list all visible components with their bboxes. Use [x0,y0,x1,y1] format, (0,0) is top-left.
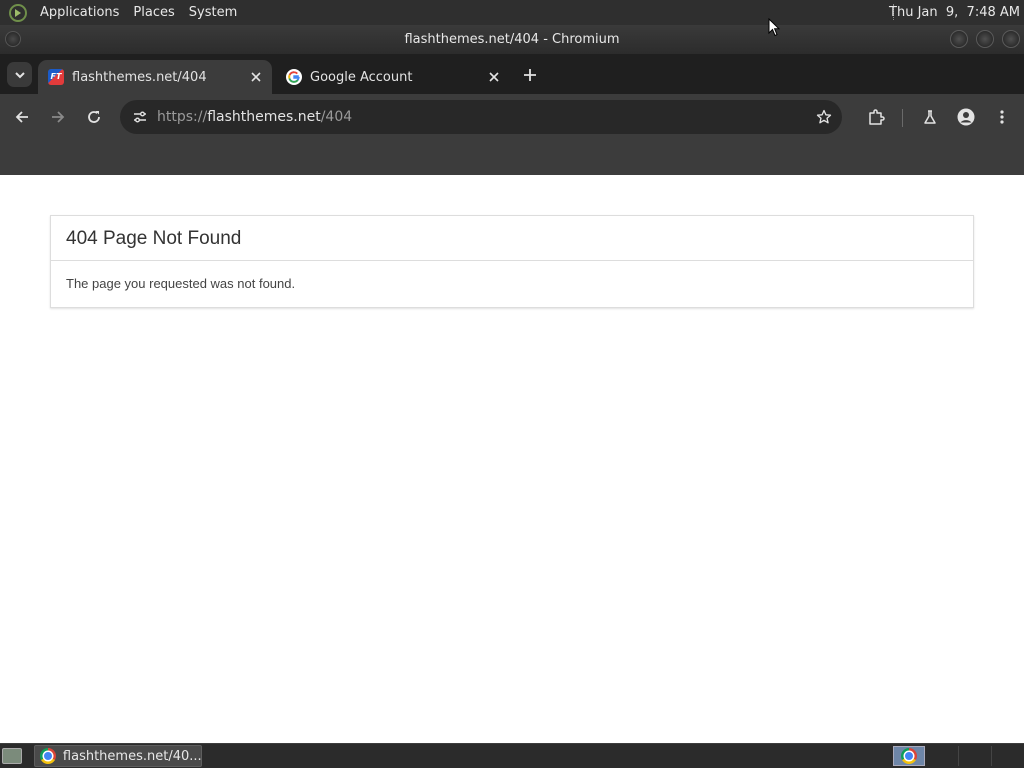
maximize-button[interactable] [976,30,994,48]
minimize-button[interactable] [950,30,968,48]
menu-system[interactable]: System [182,5,244,20]
toolbar-divider [902,109,903,127]
tab-google-account[interactable]: Google Account [276,60,510,94]
reload-icon [88,111,100,123]
tab-title: flashthemes.net/404 [72,69,207,85]
tab-flashthemes[interactable]: FT flashthemes.net/404 [38,60,272,94]
bookmark-star-button[interactable] [812,105,836,129]
address-bar[interactable]: https://flashthemes.net/404 [120,100,842,134]
menu-button[interactable] [990,105,1014,129]
flashthemes-favicon-icon: FT [48,69,64,85]
chromium-icon [40,748,56,764]
close-tab-button[interactable] [484,67,504,87]
google-g-icon [286,69,302,85]
flask-icon [924,110,936,124]
close-tab-button[interactable] [246,67,266,87]
clock[interactable]: Thu Jan 9, 7:48 AM [889,0,1020,25]
star-icon [816,109,832,124]
plus-icon [524,69,536,81]
show-desktop-icon[interactable] [2,748,22,764]
workspace-switcher[interactable] [893,746,925,766]
bookmarks-bar [0,140,1024,175]
url-path: /404 [320,109,353,125]
close-icon [251,72,261,82]
site-info-button[interactable] [128,105,152,129]
reload-button[interactable] [82,105,106,129]
labs-button[interactable] [918,105,942,129]
mouse-cursor-icon [768,18,780,37]
menu-applications[interactable]: Applications [33,5,126,20]
error-panel: 404 Page Not Found The page you requeste… [50,215,974,308]
url-scheme: https:// [157,109,208,125]
distro-logo-icon[interactable] [9,3,27,22]
chevron-down-icon [14,71,25,78]
forward-button[interactable] [46,105,70,129]
tab-title: Google Account [310,69,413,85]
web-page-content: 404 Page Not Found The page you requeste… [0,175,1024,743]
tune-icon [134,111,146,123]
page-title: 404 Page Not Found [51,216,973,261]
url-host: flashthemes.net [207,109,321,125]
tab-search-button[interactable] [7,62,32,87]
workspace-separator [991,746,992,766]
close-window-button[interactable] [1002,30,1020,48]
url-text[interactable]: https://flashthemes.net/404 [157,100,352,134]
puzzle-icon [869,109,885,125]
chromium-icon [901,748,917,764]
window-menu-button[interactable] [5,31,21,47]
extensions-button[interactable] [864,105,888,129]
bottom-taskbar: flashthemes.net/40... [0,743,1024,768]
menu-places[interactable]: Places [126,5,181,20]
window-titlebar[interactable]: flashthemes.net/404 - Chromium [0,25,1024,54]
tab-strip: FT flashthemes.net/404 Google Account [0,54,1024,94]
system-top-panel: Applications Places System Thu Jan 9, 7:… [0,0,1024,25]
window-title: flashthemes.net/404 - Chromium [404,32,620,47]
arrow-right-icon [52,111,65,123]
close-icon [489,72,499,82]
arrow-left-icon [15,111,28,123]
back-button[interactable] [10,105,34,129]
taskbar-window-label: flashthemes.net/40... [62,748,201,764]
profile-button[interactable] [954,105,978,129]
account-circle-icon [957,108,975,126]
workspace-separator [958,746,959,766]
browser-toolbar: https://flashthemes.net/404 [0,94,1024,140]
new-tab-button[interactable] [518,64,542,86]
more-vertical-icon [1000,110,1004,124]
taskbar-window-button[interactable]: flashthemes.net/40... [34,745,202,767]
error-message: The page you requested was not found. [66,276,296,291]
